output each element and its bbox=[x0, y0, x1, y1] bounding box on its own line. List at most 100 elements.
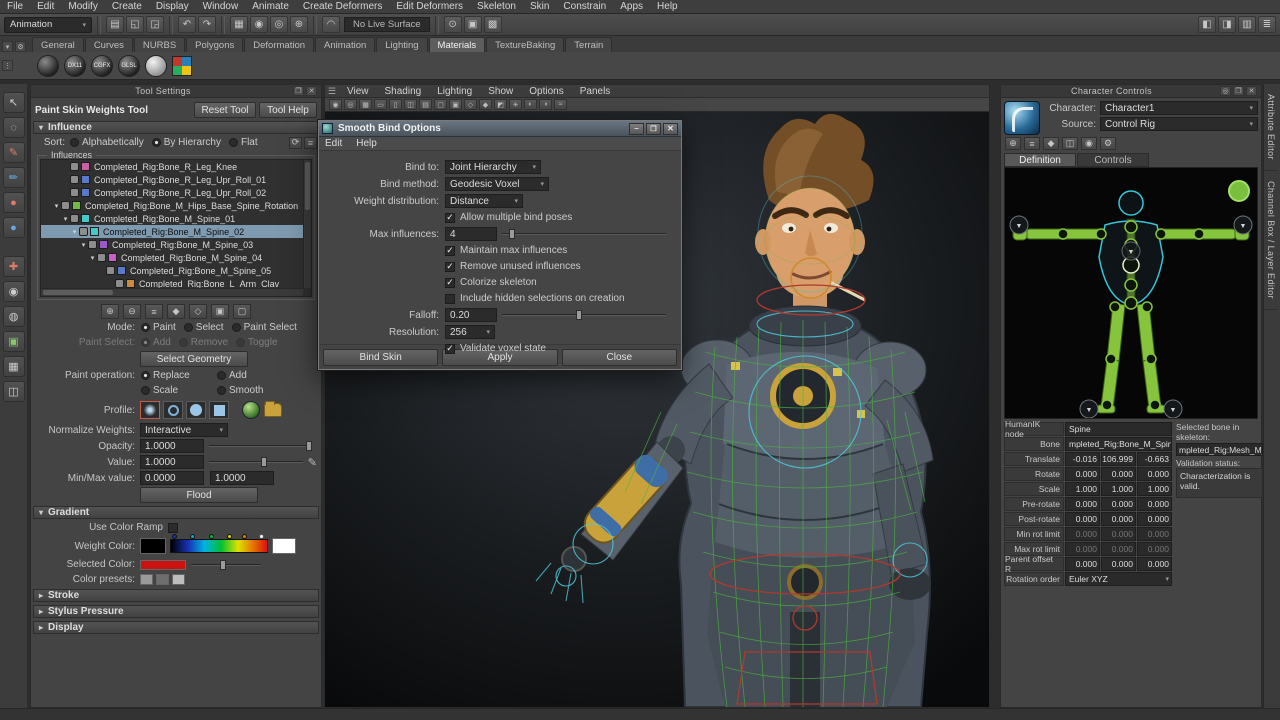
select-geometry-button[interactable]: Select Geometry bbox=[140, 351, 248, 367]
refresh-influences-icon[interactable]: ⟳ bbox=[289, 137, 302, 149]
mode-paint-select-radio[interactable] bbox=[232, 323, 241, 332]
brush-profile-soft-icon[interactable] bbox=[140, 401, 160, 419]
vp-menu-lighting[interactable]: Lighting bbox=[429, 86, 480, 97]
weight-color-ramp[interactable] bbox=[170, 539, 268, 553]
safe-title-icon[interactable]: ▣ bbox=[449, 99, 462, 110]
maximize-icon[interactable] bbox=[646, 123, 661, 135]
sidebar-layout-icon[interactable]: ≣ bbox=[1258, 16, 1276, 33]
colorize-skeleton-checkbox[interactable] bbox=[445, 278, 455, 288]
lights-icon[interactable]: ☀ bbox=[509, 99, 522, 110]
pre-rotate-z-field[interactable]: 0.000 bbox=[1137, 497, 1172, 511]
snap-plane-icon[interactable]: ⊕ bbox=[290, 16, 308, 33]
value-slider[interactable] bbox=[209, 456, 303, 468]
menu-skin[interactable]: Skin bbox=[523, 0, 556, 13]
render-icon[interactable]: ▣ bbox=[464, 16, 482, 33]
menu-help[interactable]: Help bbox=[650, 0, 685, 13]
vp-menu-options[interactable]: Options bbox=[521, 86, 571, 97]
close-icon[interactable] bbox=[663, 123, 678, 135]
weight-distribution-dropdown[interactable]: Distance bbox=[445, 194, 523, 208]
opacity-slider[interactable] bbox=[209, 440, 312, 452]
construction-history-icon[interactable]: ⊙ bbox=[444, 16, 462, 33]
shelf-tab-terrain[interactable]: Terrain bbox=[565, 37, 612, 52]
red-sphere-tool-icon[interactable]: ● bbox=[3, 192, 25, 213]
expand-arrow-icon[interactable] bbox=[70, 228, 79, 236]
copy-weights-icon[interactable]: ▣ bbox=[211, 304, 229, 319]
shelf-overflow-icon[interactable]: ⋮ bbox=[2, 60, 13, 71]
menu-modify[interactable]: Modify bbox=[61, 0, 104, 13]
options-gear-icon[interactable]: ⚙ bbox=[1100, 137, 1116, 150]
shadows-icon[interactable]: ◐ bbox=[524, 99, 537, 110]
max-influences-slider[interactable] bbox=[502, 228, 666, 240]
dialog-menu-edit[interactable]: Edit bbox=[325, 138, 342, 149]
shelf-tab-polygons[interactable]: Polygons bbox=[186, 37, 243, 52]
character-dropdown[interactable]: Character1 bbox=[1100, 101, 1258, 115]
sidebar-tool-settings-icon[interactable]: ◨ bbox=[1218, 16, 1236, 33]
ipr-render-icon[interactable]: ▩ bbox=[484, 16, 502, 33]
paint-op-smooth-radio[interactable] bbox=[217, 386, 226, 395]
influence-item[interactable]: Completed_Rig:Bone_R_Leg_Upr_Roll_02 bbox=[41, 186, 311, 199]
sidebar-channel-box-icon[interactable]: ▥ bbox=[1238, 16, 1256, 33]
rotate-x-field[interactable]: 0.000 bbox=[1065, 467, 1100, 481]
rotate-z-field[interactable]: 0.000 bbox=[1137, 467, 1172, 481]
select-tool-icon[interactable]: ↖ bbox=[3, 92, 25, 113]
normalize-weights-dropdown[interactable]: Interactive bbox=[140, 423, 228, 437]
shelf-tab-lighting[interactable]: Lighting bbox=[376, 37, 427, 52]
film-gate-icon[interactable]: ▭ bbox=[374, 99, 387, 110]
selected-bone-field[interactable]: mpleted_Rig:Mesh_M_Body bbox=[1176, 443, 1263, 456]
bone-field[interactable]: mpleted_Rig:Bone_M_Spine_01 bbox=[1065, 437, 1172, 451]
ramp-marker-icon[interactable] bbox=[172, 534, 177, 539]
menu-edit-deformers[interactable]: Edit Deformers bbox=[389, 0, 470, 13]
add-character-icon[interactable]: ⊕ bbox=[1005, 137, 1021, 150]
brush-profile-ring-icon[interactable] bbox=[163, 401, 183, 419]
reset-tool-button[interactable]: Reset Tool bbox=[194, 102, 256, 118]
ramp-marker-icon[interactable] bbox=[242, 534, 247, 539]
add-influence-icon[interactable]: ⊕ bbox=[101, 304, 119, 319]
clone-tool-icon[interactable]: ▣ bbox=[3, 331, 25, 352]
flood-button[interactable]: Flood bbox=[140, 487, 258, 503]
lock-weights-icon[interactable]: ◆ bbox=[167, 304, 185, 319]
separator[interactable] bbox=[221, 16, 225, 34]
separator[interactable] bbox=[313, 16, 317, 34]
lock-character-icon[interactable]: ◆ bbox=[1043, 137, 1059, 150]
translate-y-field[interactable]: 106.999 bbox=[1101, 452, 1136, 466]
blinn-material-icon[interactable] bbox=[145, 55, 167, 77]
menu-set-selector[interactable]: Animation bbox=[4, 17, 92, 33]
surface-icon[interactable]: ◠ bbox=[322, 16, 340, 33]
max-influences-field[interactable]: 4 bbox=[445, 227, 497, 241]
rotate-y-field[interactable]: 0.000 bbox=[1101, 467, 1136, 481]
panel-close-icon[interactable]: ✕ bbox=[1246, 86, 1257, 96]
minimize-icon[interactable] bbox=[629, 123, 644, 135]
shelf-tab-animation[interactable]: Animation bbox=[315, 37, 375, 52]
panel-menu-icon[interactable]: ☰ bbox=[325, 86, 339, 97]
scale-x-field[interactable]: 1.000 bbox=[1065, 482, 1100, 496]
field-chart-icon[interactable]: ▤ bbox=[419, 99, 432, 110]
sort-flat-radio[interactable] bbox=[229, 138, 238, 147]
wireframe-icon[interactable]: ◇ bbox=[464, 99, 477, 110]
remove-influence-icon[interactable]: ⊖ bbox=[123, 304, 141, 319]
panel-pin-icon[interactable]: ◎ bbox=[1220, 86, 1231, 96]
menu-create[interactable]: Create bbox=[105, 0, 149, 13]
redo-icon[interactable]: ↷ bbox=[198, 16, 216, 33]
brush-profile-square-icon[interactable] bbox=[209, 401, 229, 419]
mode-select-radio[interactable] bbox=[184, 323, 193, 332]
expand-arrow-icon[interactable] bbox=[79, 241, 88, 249]
paste-weights-icon[interactable]: ▢ bbox=[233, 304, 251, 319]
paint-select-tool-icon[interactable]: ✎ bbox=[3, 142, 25, 163]
parent-offset-z-field[interactable]: 0.000 bbox=[1137, 557, 1172, 571]
post-rotate-x-field[interactable]: 0.000 bbox=[1065, 512, 1100, 526]
ramp-marker-icon[interactable] bbox=[190, 534, 195, 539]
keying-mode-icon[interactable]: ◉ bbox=[1081, 137, 1097, 150]
paint-op-replace-radio[interactable] bbox=[141, 371, 150, 380]
influence-item-selected[interactable]: Completed_Rig:Bone_M_Spine_02 bbox=[41, 225, 311, 238]
shaded-icon[interactable]: ◆ bbox=[479, 99, 492, 110]
grid-toggle-icon[interactable]: ▦ bbox=[359, 99, 372, 110]
parent-offset-x-field[interactable]: 0.000 bbox=[1065, 557, 1100, 571]
separator[interactable] bbox=[97, 16, 101, 34]
expand-arrow-icon[interactable] bbox=[88, 254, 97, 262]
shelf-tab-texturebaking[interactable]: TextureBaking bbox=[486, 37, 564, 52]
maintain-max-influences-checkbox[interactable] bbox=[445, 246, 455, 256]
influence-item[interactable]: Completed_Rig:Bone_M_Spine_05 bbox=[41, 264, 311, 277]
stroke-section-header[interactable]: Stroke bbox=[33, 589, 319, 602]
pre-rotate-y-field[interactable]: 0.000 bbox=[1101, 497, 1136, 511]
color-preset-swatch[interactable] bbox=[172, 574, 185, 585]
